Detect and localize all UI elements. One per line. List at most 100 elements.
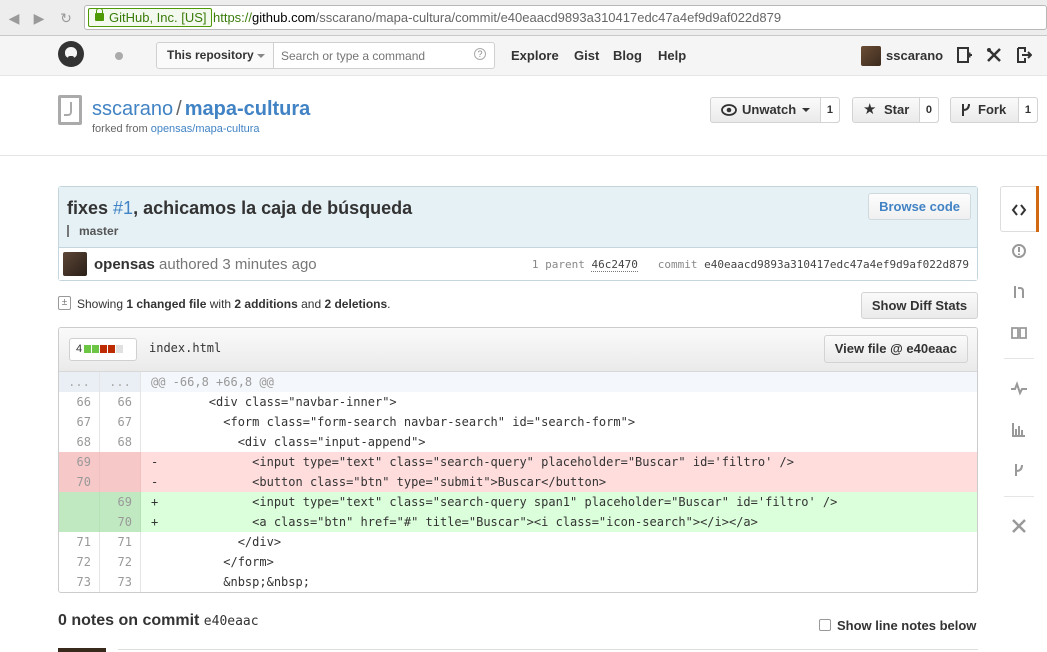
notifications-icon[interactable] <box>115 52 123 60</box>
commit-title-text: , achicamos la caja de búsqueda <box>133 198 413 218</box>
address-bar[interactable]: GitHub, Inc. [US] https://github.com/ssc… <box>84 5 1047 30</box>
changed-files-count[interactable]: 1 changed file <box>126 297 206 311</box>
new-line-number[interactable]: ... <box>100 372 141 392</box>
avatar[interactable] <box>861 46 881 66</box>
repo-title-separator: / <box>176 98 182 120</box>
diff-line: 66 66 <div class="navbar-inner"> <box>59 392 977 412</box>
old-line-number[interactable]: 70 <box>59 472 100 492</box>
fork-icon <box>962 103 970 116</box>
browse-code-button[interactable]: Browse code <box>868 193 971 220</box>
lock-icon <box>95 8 104 21</box>
commit-branch: master <box>67 223 118 238</box>
url-host: github.com <box>252 10 316 25</box>
old-line-number[interactable]: ... <box>59 372 100 392</box>
branch-name[interactable]: master <box>79 224 118 238</box>
fork-button[interactable]: Fork 1 <box>950 97 1038 123</box>
avatar[interactable] <box>63 252 87 276</box>
nav-explore[interactable]: Explore <box>511 48 559 63</box>
github-logo-icon[interactable] <box>58 41 84 67</box>
diff-code: - <button class="btn" type="submit">Busc… <box>151 475 607 489</box>
arrow-right-icon[interactable]: ▶ <box>30 9 48 27</box>
star-button[interactable]: ★ Star 0 <box>852 97 939 123</box>
search-scope-dropdown[interactable]: This repository <box>156 42 274 69</box>
authored-time: authored 3 minutes ago <box>154 256 317 273</box>
file-name[interactable]: index.html <box>149 341 221 355</box>
new-line-number[interactable]: 66 <box>100 392 141 412</box>
help-icon[interactable]: ? <box>474 48 486 60</box>
reload-icon[interactable]: ↻ <box>57 9 75 27</box>
new-line-number[interactable]: 69 <box>100 492 141 512</box>
chevron-down-icon <box>802 108 810 112</box>
notes-commit-sha: e40eaac <box>203 614 259 629</box>
repo-name-link[interactable]: mapa-cultura <box>185 98 311 120</box>
graphs-icon[interactable] <box>1011 421 1027 437</box>
unwatch-button[interactable]: Unwatch 1 <box>710 97 840 123</box>
new-line-number[interactable] <box>100 472 141 492</box>
watchers-count[interactable]: 1 <box>819 98 839 122</box>
commit-summary: fixes #1, achicamos la caja de búsqueda … <box>58 186 978 281</box>
search-input[interactable] <box>273 42 495 69</box>
summary-text: and <box>297 297 325 311</box>
nav-gist[interactable]: Gist <box>574 48 599 63</box>
code-icon[interactable] <box>1011 202 1027 218</box>
summary-text: . <box>387 297 391 311</box>
repo-header: sscarano / mapa-cultura forked from opensa… <box>0 77 1047 156</box>
diffstat-block <box>92 345 99 353</box>
network-icon[interactable] <box>1011 462 1027 478</box>
show-diff-stats-button[interactable]: Show Diff Stats <box>861 292 978 319</box>
issue-link[interactable]: #1 <box>113 198 133 218</box>
old-line-number[interactable] <box>59 492 100 512</box>
commit-title-text: fixes <box>67 198 114 218</box>
forks-count[interactable]: 1 <box>1017 98 1037 122</box>
author-link[interactable]: opensas <box>94 256 155 273</box>
new-line-number[interactable]: 73 <box>100 572 141 592</box>
view-file-button[interactable]: View file @ e40eaac <box>823 335 968 363</box>
username-link[interactable]: sscarano <box>886 48 943 63</box>
sign-out-icon[interactable] <box>1016 47 1032 63</box>
arrow-left-icon[interactable]: ◀ <box>5 9 23 27</box>
show-line-notes-label: Show line notes below <box>837 618 977 633</box>
new-line-number[interactable] <box>100 452 141 472</box>
old-line-number[interactable]: 66 <box>59 392 100 412</box>
settings-icon[interactable] <box>1011 518 1027 534</box>
new-line-number[interactable]: 67 <box>100 412 141 432</box>
nav-help[interactable]: Help <box>658 48 686 63</box>
parent-sha-link[interactable]: 46c2470 <box>591 258 638 272</box>
notes-heading: 0 notes on commit e40eaac <box>58 612 259 630</box>
wiki-icon[interactable] <box>1011 325 1027 341</box>
old-line-number[interactable]: 73 <box>59 572 100 592</box>
old-line-number[interactable]: 68 <box>59 432 100 452</box>
old-line-number[interactable] <box>59 512 100 532</box>
old-line-number[interactable]: 69 <box>59 452 100 472</box>
pull-requests-icon[interactable] <box>1011 284 1027 300</box>
diff-code: &nbsp;&nbsp; <box>151 575 310 589</box>
url-text[interactable]: https://github.com/sscarano/mapa-cultura… <box>213 9 781 26</box>
commit-meta: opensas authored 3 minutes ago 1 parent … <box>59 249 977 280</box>
diffstat-block <box>100 345 107 353</box>
show-line-notes-toggle[interactable]: Show line notes below <box>819 618 976 633</box>
new-line-number[interactable]: 68 <box>100 432 141 452</box>
old-line-number[interactable]: 71 <box>59 532 100 552</box>
stars-count[interactable]: 0 <box>918 98 938 122</box>
new-repo-icon[interactable] <box>956 47 972 63</box>
pulse-icon[interactable] <box>1011 380 1027 396</box>
issues-icon[interactable] <box>1011 243 1027 259</box>
new-line-number[interactable]: 71 <box>100 532 141 552</box>
diffstat-badge[interactable]: 4 <box>69 338 137 361</box>
new-line-number[interactable]: 70 <box>100 512 141 532</box>
diff-code: </div> <box>151 535 282 549</box>
diff-toc-icon[interactable]: ± <box>58 296 71 310</box>
diff-line: 72 72 </form> <box>59 552 977 572</box>
nav-blog[interactable]: Blog <box>613 48 642 63</box>
diff-line: 73 73 &nbsp;&nbsp; <box>59 572 977 592</box>
diff-code: </form> <box>151 555 274 569</box>
forked-from-link[interactable]: opensas/mapa-cultura <box>151 123 260 135</box>
ssl-identity-badge[interactable]: GitHub, Inc. [US] <box>88 8 212 27</box>
checkbox[interactable] <box>819 619 831 631</box>
old-line-number[interactable]: 67 <box>59 412 100 432</box>
diff-code: @@ -66,8 +66,8 @@ <box>151 375 274 389</box>
repo-owner-link[interactable]: sscarano <box>92 98 173 120</box>
new-line-number[interactable]: 72 <box>100 552 141 572</box>
settings-tools-icon[interactable] <box>986 47 1002 63</box>
old-line-number[interactable]: 72 <box>59 552 100 572</box>
